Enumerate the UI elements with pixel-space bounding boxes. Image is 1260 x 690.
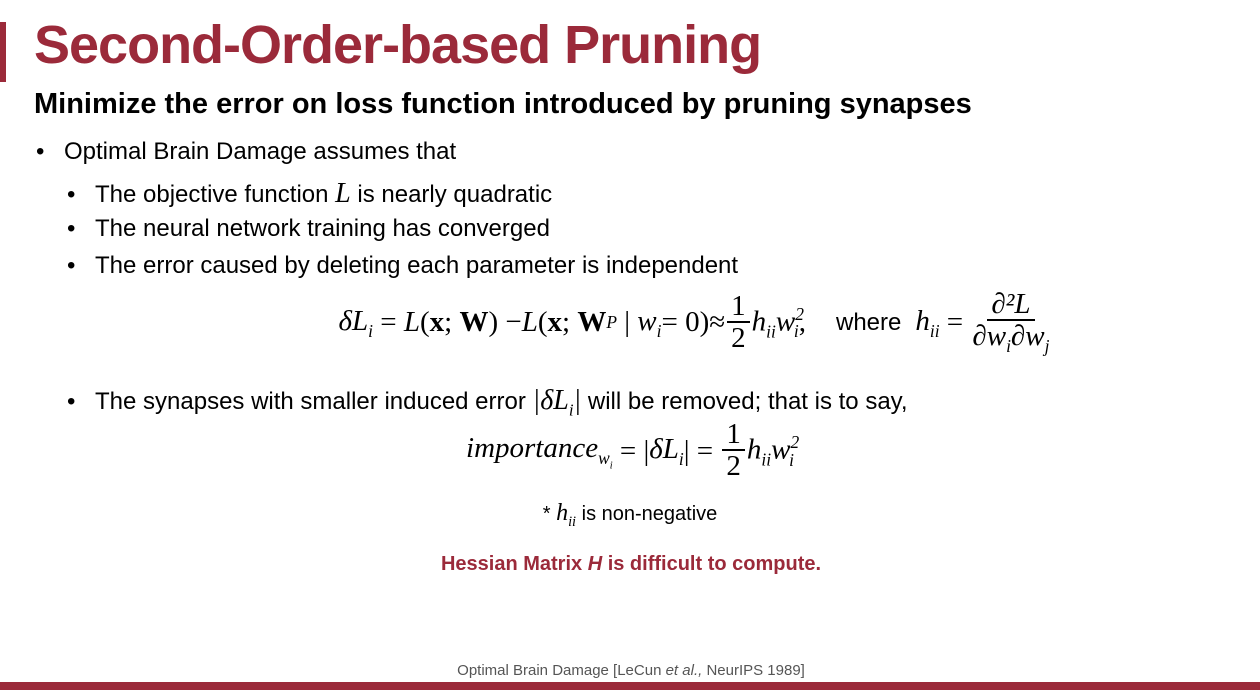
- equation-delta-loss: δLi = L(x; W) − L(x; WP | wi = 0) ≈ 12 h…: [338, 288, 1050, 356]
- bullet-removed: • The synapses with smaller induced erro…: [67, 385, 908, 421]
- bullet-text: The error caused by deleting each parame…: [95, 252, 739, 279]
- slide-subtitle: Minimize the error on loss function intr…: [34, 88, 972, 120]
- bullet-text: The objective function L is nearly quadr…: [95, 178, 553, 209]
- bullet-obd: • Optimal Brain Damage assumes that: [36, 138, 456, 166]
- bullet-text: Optimal Brain Damage assumes that: [64, 138, 457, 165]
- equation-importance: importancewi = | δLi | = 12 hiiw2i: [466, 418, 800, 483]
- hessian-warning: Hessian Matrix H is difficult to compute…: [440, 553, 822, 575]
- bullet-dot-icon: •: [36, 138, 45, 165]
- bullet-text: The synapses with smaller induced error …: [95, 385, 908, 420]
- math-L: L: [335, 178, 351, 209]
- citation: Optimal Brain Damage [LeCun et al., Neur…: [457, 662, 805, 679]
- bullet-dot-icon: •: [67, 388, 76, 415]
- where-label: where: [835, 308, 902, 336]
- fraction-one-half: 12: [727, 291, 750, 355]
- bullet-dot-icon: •: [67, 252, 76, 279]
- bullet-dot-icon: •: [67, 215, 76, 242]
- fraction-one-half: 12: [722, 420, 745, 483]
- slide-title: Second-Order-based Pruning: [34, 15, 762, 75]
- bullet-quadratic: • The objective function L is nearly qua…: [67, 178, 552, 210]
- bullet-converged: • The neural network training has conver…: [67, 215, 550, 243]
- bullet-text: The neural network training has converge…: [95, 215, 550, 242]
- fraction-hessian: ∂²L ∂wi∂wj: [972, 288, 1050, 356]
- footer-accent-bar: [0, 682, 1260, 690]
- title-accent-bar: [0, 22, 6, 82]
- bullet-dot-icon: •: [67, 181, 76, 208]
- bullet-independent: • The error caused by deleting each para…: [67, 252, 738, 280]
- non-negative-note: * hii is non-negative: [542, 500, 718, 530]
